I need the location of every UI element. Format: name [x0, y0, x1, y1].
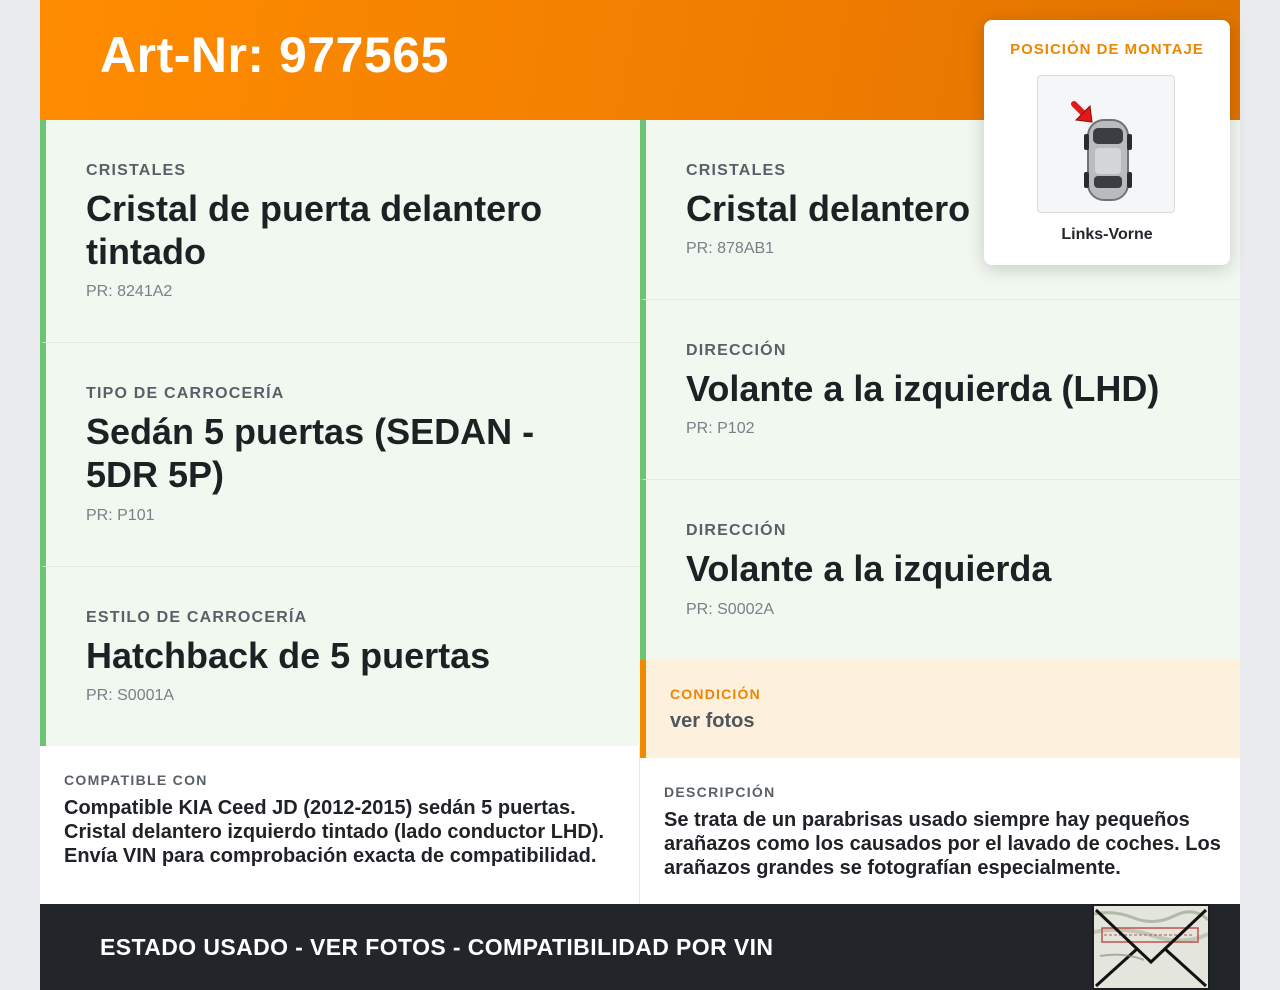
spec-value: Cristal de puerta delantero tintado [86, 188, 543, 272]
spec-cell-body-type: TIPO DE CARROCERÍA Sedán 5 puertas (SEDA… [40, 343, 640, 567]
compatibility-category: COMPATIBLE CON [64, 772, 208, 788]
spec-category: CRISTALES [86, 162, 187, 179]
description-category: DESCRIPCIÓN [664, 784, 776, 800]
spec-category: DIRECCIÓN [686, 522, 787, 539]
description-block: DESCRIPCIÓN Se trata de un parabrisas us… [640, 758, 1240, 904]
spec-pr-code: PR: S0002A [686, 601, 775, 618]
spec-value: Sedán 5 puertas (SEDAN - 5DR 5P) [86, 411, 535, 495]
spec-cell-steering: DIRECCIÓN Volante a la izquierda (LHD) P… [640, 300, 1240, 480]
spec-pr-code: PR: 8241A2 [86, 283, 173, 300]
condition-cell: CONDICIÓN ver fotos [640, 660, 1240, 758]
spec-cell-glass-type: CRISTALES Cristal de puerta delantero ti… [40, 120, 640, 343]
spec-pr-code: PR: P102 [686, 420, 755, 437]
spec-value: Volante a la izquierda (LHD) [686, 368, 1160, 409]
condition-value: ver fotos [670, 710, 755, 732]
spec-pr-code: PR: P101 [86, 507, 155, 524]
mounting-position-label: Links-Vorne [1061, 226, 1153, 243]
spec-category: TIPO DE CARROCERÍA [86, 385, 285, 402]
article-number-title: Art-Nr: 977565 [100, 27, 449, 83]
mounting-position-title: POSICIÓN DE MONTAJE [1010, 41, 1204, 58]
spec-cell-body-style: ESTILO DE CARROCERÍA Hatchback de 5 puer… [40, 567, 640, 746]
compatibility-text: Compatible KIA Ceed JD (2012-2015) sedán… [64, 797, 605, 867]
spec-category: ESTILO DE CARROCERÍA [86, 609, 308, 626]
condition-category: CONDICIÓN [670, 686, 761, 702]
spec-pr-code: PR: S0001A [86, 687, 175, 704]
spec-category: DIRECCIÓN [686, 342, 787, 359]
car-position-icon [1037, 75, 1175, 213]
spec-value: Hatchback de 5 puertas [86, 635, 491, 676]
spec-category: CRISTALES [686, 162, 787, 179]
footer-bar: ESTADO USADO - VER FOTOS - COMPATIBILIDA… [40, 904, 1240, 990]
description-text: Se trata de un parabrisas usado siempre … [664, 809, 1221, 879]
compatibility-block: COMPATIBLE CON Compatible KIA Ceed JD (2… [40, 746, 639, 904]
mounting-position-card: POSICIÓN DE MONTAJE Links-Vorne [984, 20, 1230, 265]
spec-pr-code: PR: 878AB1 [686, 240, 775, 257]
footer-text: ESTADO USADO - VER FOTOS - COMPATIBILIDA… [100, 934, 774, 960]
envelope-stamp-icon [1092, 904, 1210, 990]
spec-cell-steering-code: DIRECCIÓN Volante a la izquierda PR: S00… [640, 480, 1240, 660]
spec-value: Volante a la izquierda [686, 548, 1052, 589]
